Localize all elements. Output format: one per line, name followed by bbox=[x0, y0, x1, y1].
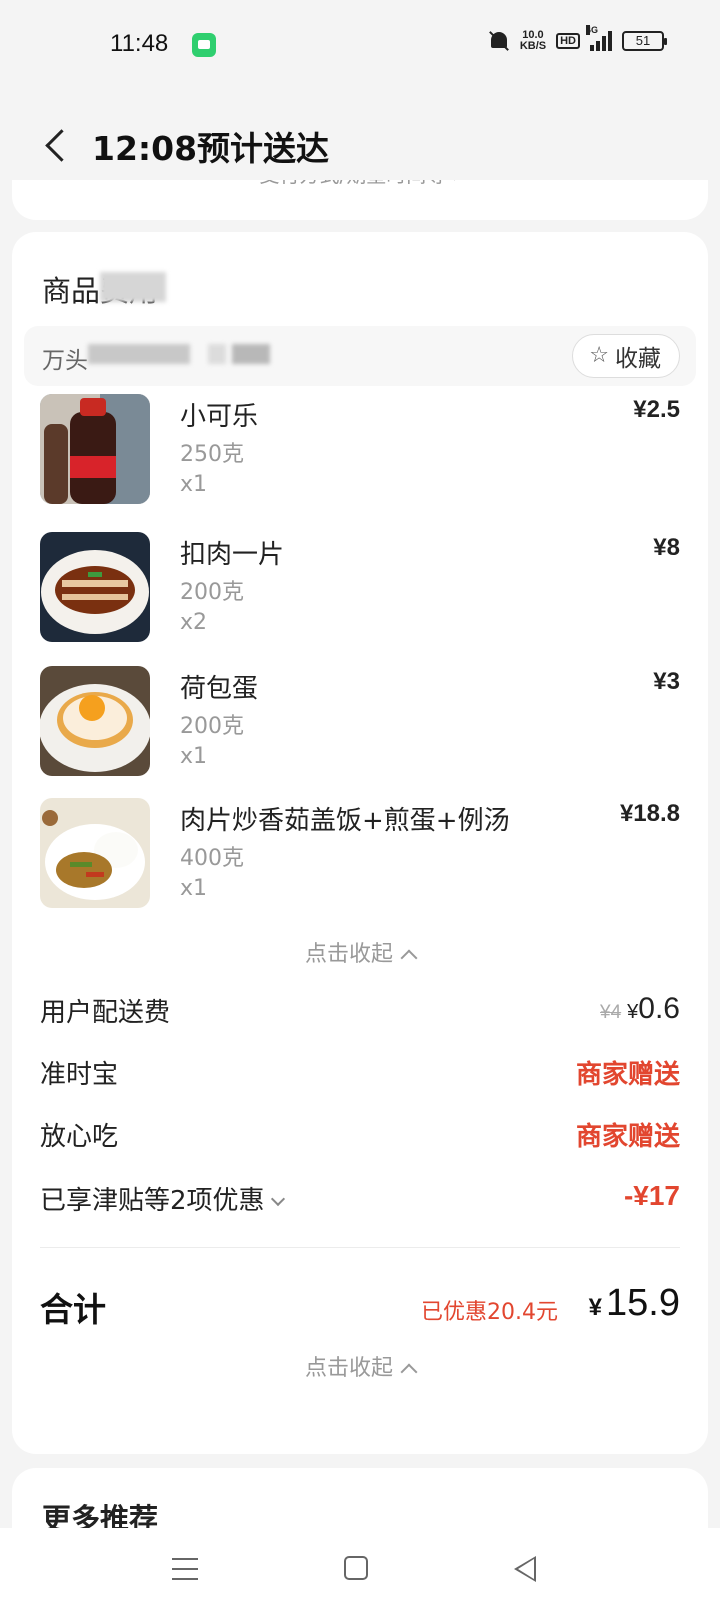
star-icon: ☆ bbox=[589, 343, 609, 368]
fee-row-discount[interactable]: 已享津贴等2项优惠 -¥17 bbox=[40, 1180, 680, 1220]
blur-mask bbox=[100, 272, 166, 302]
collapse-fees-link[interactable]: 点击收起 bbox=[12, 1350, 708, 1382]
hd-badge: HD bbox=[556, 33, 580, 49]
mute-bell-icon bbox=[488, 30, 510, 52]
item-name: 小可乐 bbox=[180, 402, 259, 432]
item-weight: 400克 bbox=[180, 846, 244, 871]
order-item[interactable]: 小可乐 250克 x1 ¥2.5 bbox=[40, 394, 680, 506]
network-speed: 10.0 KB/S bbox=[520, 30, 546, 52]
shop-name[interactable]: 万头 bbox=[42, 341, 88, 375]
item-name: 荷包蛋 bbox=[180, 674, 259, 704]
collapse-label: 点击收起 bbox=[304, 942, 393, 967]
product-image-rice bbox=[40, 798, 150, 908]
fee-row-ontime[interactable]: 准时宝 商家赠送 bbox=[40, 1054, 680, 1094]
fee-value: 0.6 bbox=[638, 992, 680, 1025]
fee-row-delivery: 用户配送费 ¥4 ¥0.6 bbox=[40, 992, 680, 1032]
chevron-up-icon bbox=[400, 1363, 418, 1381]
status-bar: 11:48 10.0 KB/S HD 4G 51 bbox=[0, 0, 720, 92]
item-weight: 250克 bbox=[180, 442, 244, 467]
item-weight: 200克 bbox=[180, 714, 244, 739]
product-image-pork bbox=[40, 532, 150, 642]
delivery-fee: ¥4 ¥0.6 bbox=[600, 992, 680, 1026]
fee-row-safe[interactable]: 放心吃 商家赠送 bbox=[40, 1116, 680, 1156]
item-price: ¥8 bbox=[653, 534, 680, 561]
status-time: 11:48 bbox=[110, 30, 169, 57]
chevron-down-icon bbox=[270, 1191, 285, 1207]
blur-mask bbox=[232, 344, 270, 364]
order-item[interactable]: 肉片炒香茹盖饭+煎蛋+例汤 400克 x1 ¥18.8 bbox=[40, 798, 680, 910]
item-quantity: x1 bbox=[180, 876, 208, 901]
total-value: ¥15.9 bbox=[589, 1282, 680, 1325]
discount-value: -¥17 bbox=[623, 1180, 680, 1211]
page-title: 12:08预计送达 bbox=[92, 129, 330, 168]
fee-label: 已享津贴等2项优惠 bbox=[40, 1186, 265, 1216]
item-quantity: x1 bbox=[180, 472, 208, 497]
chat-app-icon bbox=[192, 33, 216, 57]
network-speed-unit: KB/S bbox=[519, 40, 547, 52]
order-item[interactable]: 扣肉一片 200克 x2 ¥8 bbox=[40, 532, 680, 644]
fee-value: 商家赠送 bbox=[575, 1122, 680, 1152]
menu-icon[interactable] bbox=[172, 1558, 198, 1580]
fee-value: 商家赠送 bbox=[575, 1060, 680, 1090]
divider bbox=[40, 1247, 680, 1248]
goods-fee-card: 商品费用 万头 ☆ 收藏 小可乐 250克 x1 ¥2.5 bbox=[12, 232, 708, 1454]
collapse-label: 点击收起 bbox=[304, 1356, 393, 1381]
total-discount: 已优惠20.4元 bbox=[421, 1300, 558, 1325]
collapse-items-link[interactable]: 点击收起 bbox=[12, 936, 708, 968]
favorite-button[interactable]: ☆ 收藏 bbox=[572, 334, 680, 378]
back-arrow-icon[interactable] bbox=[42, 130, 72, 160]
currency-symbol: ¥ bbox=[627, 1001, 639, 1023]
fee-label: 用户配送费 bbox=[40, 998, 171, 1028]
battery-icon: 51 bbox=[622, 31, 667, 51]
currency-symbol: ¥ bbox=[588, 1294, 603, 1321]
signal-icon: 4G bbox=[586, 25, 612, 51]
item-price: ¥2.5 bbox=[633, 396, 680, 423]
total-amount: 15.9 bbox=[606, 1282, 680, 1324]
fee-label: 放心吃 bbox=[40, 1122, 119, 1152]
item-quantity: x1 bbox=[180, 744, 208, 769]
shop-row[interactable]: 万头 ☆ 收藏 bbox=[24, 326, 696, 386]
item-price: ¥18.8 bbox=[619, 800, 680, 827]
item-name: 肉片炒香茹盖饭+煎蛋+例汤 bbox=[180, 806, 510, 836]
item-weight: 200克 bbox=[180, 580, 244, 605]
product-image-egg bbox=[40, 666, 150, 776]
favorite-label: 收藏 bbox=[615, 346, 661, 372]
status-icons: 10.0 KB/S HD 4G 51 bbox=[488, 25, 667, 52]
blur-mask bbox=[88, 344, 190, 364]
system-nav-bar bbox=[0, 1528, 720, 1612]
product-image-cola bbox=[40, 394, 150, 504]
network-type: 4G bbox=[586, 25, 599, 35]
item-price: ¥3 bbox=[653, 668, 680, 695]
back-triangle-icon[interactable] bbox=[514, 1556, 536, 1582]
order-item[interactable]: 荷包蛋 200克 x1 ¥3 bbox=[40, 666, 680, 778]
discount-toggle[interactable]: 已享津贴等2项优惠 bbox=[40, 1180, 285, 1217]
chevron-up-icon bbox=[400, 949, 418, 967]
item-name: 扣肉一片 bbox=[180, 540, 285, 570]
blur-mask bbox=[208, 344, 226, 364]
original-price: ¥4 bbox=[600, 1002, 622, 1023]
total-label: 合计 bbox=[40, 1290, 106, 1329]
home-icon[interactable] bbox=[344, 1556, 368, 1580]
fee-label: 准时宝 bbox=[40, 1060, 119, 1090]
item-quantity: x2 bbox=[180, 610, 208, 635]
